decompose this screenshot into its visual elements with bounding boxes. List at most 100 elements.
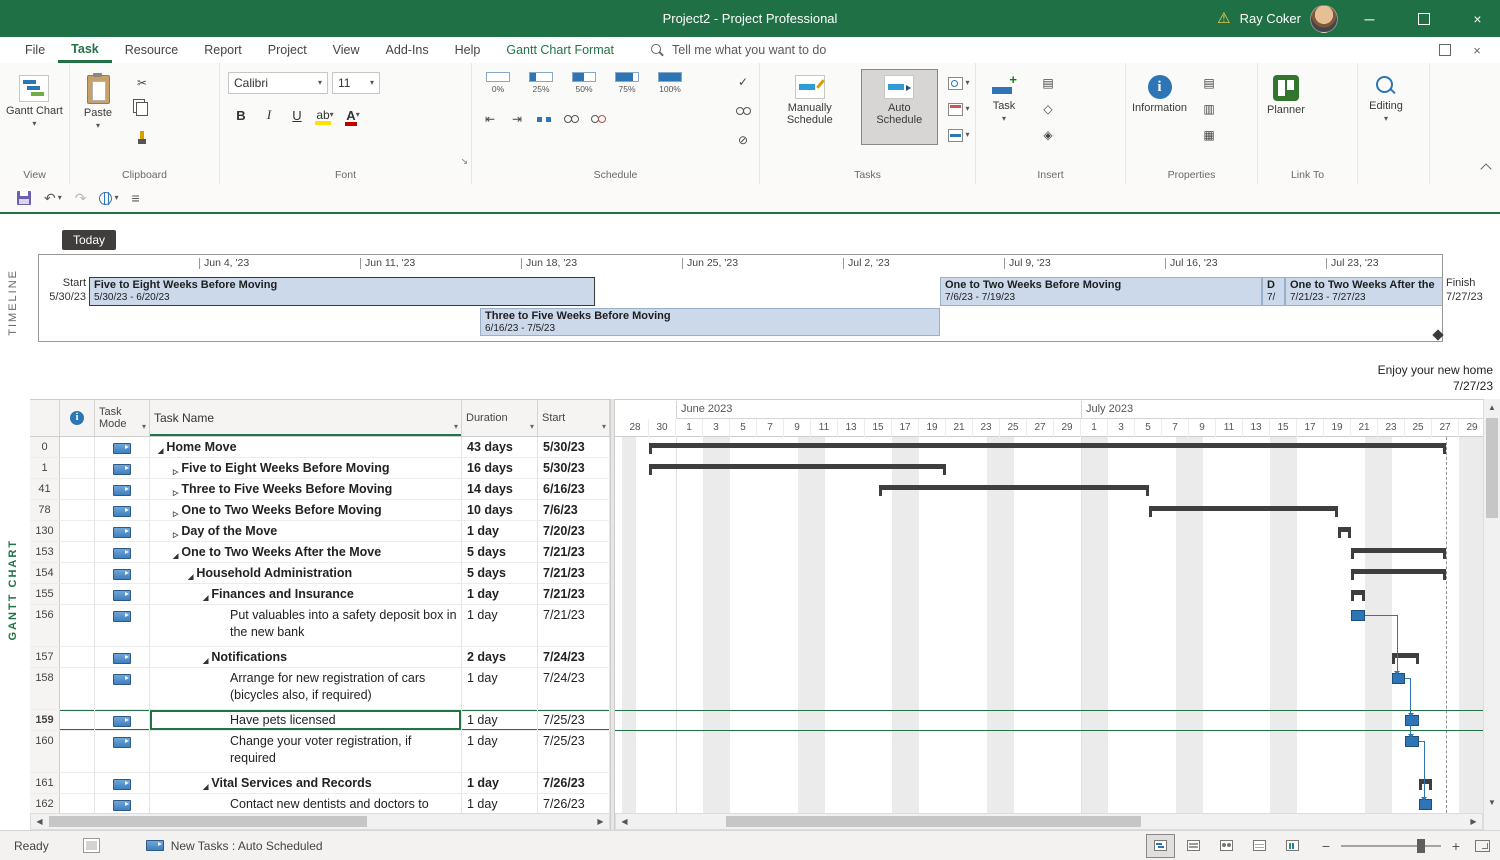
- timeline-bar[interactable]: Three to Five Weeks Before Moving6/16/23…: [480, 308, 940, 336]
- task-mode-cell[interactable]: [95, 542, 150, 562]
- duration-cell[interactable]: 1 day: [462, 731, 538, 772]
- duration-cell[interactable]: 1 day: [462, 668, 538, 709]
- row-number[interactable]: 159: [30, 710, 60, 730]
- collapse-outline-icon[interactable]: ◢: [173, 548, 178, 562]
- planner-button[interactable]: Planner: [1259, 69, 1313, 119]
- task-mode-cell[interactable]: [95, 521, 150, 541]
- row-number[interactable]: 78: [30, 500, 60, 520]
- timeline-box[interactable]: Jun 4, '23Jun 11, '23Jun 18, '23Jun 25, …: [38, 254, 1443, 342]
- task-mode-cell[interactable]: [95, 563, 150, 583]
- info-cell[interactable]: [60, 773, 95, 793]
- gantt-chart-view-button[interactable]: Gantt Chart ▾: [1, 69, 68, 131]
- inspect-task-button[interactable]: ▾: [943, 72, 975, 94]
- font-size-select[interactable]: 11 ▾: [332, 72, 380, 94]
- scroll-left-icon[interactable]: ◀: [617, 815, 632, 828]
- percent-complete-75-button[interactable]: 75%: [607, 70, 647, 94]
- scroll-right-icon[interactable]: ▶: [593, 815, 608, 828]
- task-mode-cell[interactable]: [95, 584, 150, 604]
- task-mode-cell[interactable]: [95, 479, 150, 499]
- summary-bar[interactable]: [1351, 569, 1446, 574]
- percent-complete-0-button[interactable]: 0%: [478, 70, 518, 94]
- duration-cell[interactable]: 16 days: [462, 458, 538, 478]
- start-cell[interactable]: 7/24/23: [538, 647, 610, 667]
- copy-button[interactable]: [130, 98, 154, 120]
- start-cell[interactable]: 5/30/23: [538, 458, 610, 478]
- row-number[interactable]: 158: [30, 668, 60, 709]
- summary-bar[interactable]: [1419, 779, 1433, 784]
- collapse-outline-icon[interactable]: ◢: [203, 590, 208, 604]
- outdent-task-button[interactable]: ⇤: [478, 108, 502, 130]
- start-cell[interactable]: 7/20/23: [538, 521, 610, 541]
- task-name-cell[interactable]: Arrange for new registration of cars (bi…: [150, 668, 462, 709]
- user-avatar[interactable]: [1310, 5, 1338, 33]
- zoom-out-button[interactable]: −: [1319, 838, 1333, 854]
- info-cell[interactable]: [60, 458, 95, 478]
- task-name-cell[interactable]: ◢Finances and Insurance: [150, 584, 462, 604]
- timeline-bar[interactable]: D7/: [1262, 277, 1285, 306]
- link-tasks-button[interactable]: [559, 108, 583, 130]
- close-button[interactable]: ×: [1455, 0, 1500, 37]
- redo-button[interactable]: ↷: [70, 186, 92, 210]
- task-bar[interactable]: [1351, 610, 1365, 621]
- task-name-cell[interactable]: Put valuables into a safety deposit box …: [150, 605, 462, 646]
- duration-cell[interactable]: 1 day: [462, 605, 538, 646]
- task-name-cell[interactable]: ▷Day of the Move: [150, 521, 462, 541]
- duration-cell[interactable]: 2 days: [462, 647, 538, 667]
- bold-button[interactable]: B: [228, 104, 254, 126]
- task-mode-cell[interactable]: [95, 458, 150, 478]
- new-tasks-status[interactable]: New Tasks : Auto Scheduled: [146, 839, 323, 853]
- duration-cell[interactable]: 1 day: [462, 794, 538, 813]
- tab-help[interactable]: Help: [442, 37, 494, 63]
- fit-timescale-button[interactable]: [1475, 840, 1490, 852]
- row-number[interactable]: 1: [30, 458, 60, 478]
- scroll-down-icon[interactable]: ▼: [1485, 795, 1499, 810]
- timeline-bar[interactable]: One to Two Weeks Before Moving7/6/23 - 7…: [940, 277, 1262, 306]
- timeline-bar[interactable]: Five to Eight Weeks Before Moving5/30/23…: [89, 277, 595, 306]
- timeline-bar[interactable]: One to Two Weeks After the7/21/23 - 7/27…: [1285, 277, 1443, 306]
- font-dialog-launcher-icon[interactable]: ↘: [460, 156, 468, 167]
- insert-summary-button[interactable]: ▤: [1036, 72, 1060, 94]
- summary-bar[interactable]: [1351, 548, 1446, 553]
- inactivate-button[interactable]: ⊘: [731, 129, 755, 151]
- task-mode-cell[interactable]: [95, 437, 150, 457]
- scroll-thumb[interactable]: [1486, 418, 1498, 518]
- respect-links-button[interactable]: [731, 100, 755, 122]
- restore-document-button[interactable]: [1430, 38, 1460, 62]
- expand-outline-icon[interactable]: ▷: [173, 527, 178, 541]
- duration-cell[interactable]: 1 day: [462, 773, 538, 793]
- row-number[interactable]: 162: [30, 794, 60, 813]
- info-cell[interactable]: [60, 647, 95, 667]
- collapse-outline-icon[interactable]: ◢: [203, 779, 208, 793]
- task-name-cell[interactable]: Have pets licensed: [150, 710, 462, 730]
- info-column-header[interactable]: [60, 400, 95, 436]
- format-painter-button[interactable]: [130, 124, 154, 146]
- collapse-outline-icon[interactable]: ◢: [188, 569, 193, 583]
- task-name-cell[interactable]: ◢One to Two Weeks After the Move: [150, 542, 462, 562]
- minimize-button[interactable]: ─: [1347, 0, 1392, 37]
- cut-button[interactable]: ✂: [130, 72, 154, 94]
- duration-header[interactable]: Duration▾: [462, 400, 538, 436]
- view-task-usage-button[interactable]: [1179, 834, 1208, 858]
- task-name-cell[interactable]: ▷Five to Eight Weeks Before Moving: [150, 458, 462, 478]
- row-number[interactable]: 155: [30, 584, 60, 604]
- timeline-pane-label[interactable]: TIMELINE: [7, 269, 19, 336]
- info-cell[interactable]: [60, 710, 95, 730]
- expand-outline-icon[interactable]: ▷: [173, 506, 178, 520]
- expand-outline-icon[interactable]: ▷: [173, 464, 178, 478]
- collapse-outline-icon[interactable]: ◢: [158, 443, 163, 457]
- maximize-button[interactable]: [1401, 0, 1446, 37]
- row-number[interactable]: 0: [30, 437, 60, 457]
- row-number[interactable]: 157: [30, 647, 60, 667]
- task-name-cell[interactable]: ◢Notifications: [150, 647, 462, 667]
- tab-add-ins[interactable]: Add-Ins: [373, 37, 442, 63]
- status-indicator-icon[interactable]: [83, 838, 100, 853]
- tab-project[interactable]: Project: [255, 37, 320, 63]
- task-name-cell[interactable]: ◢Household Administration: [150, 563, 462, 583]
- duration-cell[interactable]: 5 days: [462, 542, 538, 562]
- scroll-right-icon[interactable]: ▶: [1466, 815, 1481, 828]
- info-cell[interactable]: [60, 731, 95, 772]
- task-notes-button[interactable]: ▤: [1197, 72, 1221, 94]
- percent-complete-100-button[interactable]: 100%: [650, 70, 690, 94]
- move-task-button[interactable]: ▾: [943, 98, 975, 120]
- start-cell[interactable]: 7/24/23: [538, 668, 610, 709]
